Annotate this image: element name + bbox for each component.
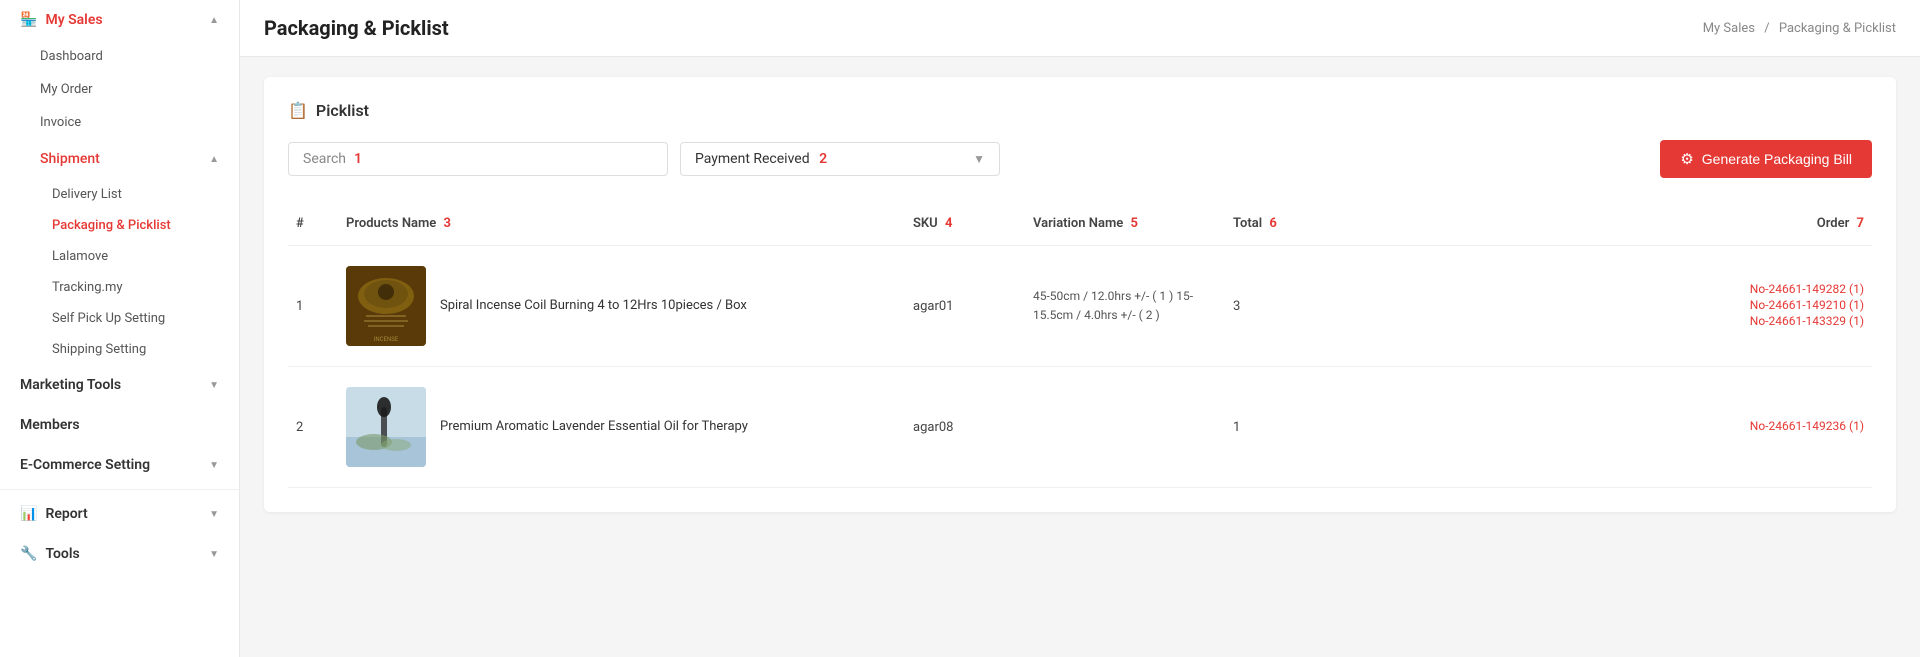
col-num-5: 5 — [1130, 216, 1137, 231]
row-2-sku: agar08 — [905, 416, 1025, 439]
report-icon: 📊 — [20, 506, 37, 522]
col-header-sku: SKU 4 — [905, 212, 1025, 235]
sidebar-item-dashboard[interactable]: Dashboard — [0, 40, 239, 73]
generate-btn-label: Generate Packaging Bill — [1702, 151, 1852, 167]
dropdown-num: 2 — [819, 151, 827, 167]
row-2-product-image — [346, 387, 426, 467]
col-header-products-name: Products Name 3 — [338, 212, 905, 235]
sidebar-item-self-pick-up[interactable]: Self Pick Up Setting — [0, 303, 239, 334]
row-1-variation: 45-50cm / 12.0hrs +/- ( 1 ) 15-15.5cm / … — [1025, 283, 1225, 329]
sidebar-item-ecommerce-setting[interactable]: E-Commerce Setting — [0, 445, 239, 485]
col-num-4: 4 — [945, 216, 952, 231]
main-content: Packaging & Picklist My Sales / Packagin… — [240, 0, 1920, 657]
lavender-image-svg — [346, 387, 426, 467]
toolbar: Search 1 Payment Received 2 ▼ ⚙ Generate… — [288, 140, 1872, 178]
generate-packaging-bill-button[interactable]: ⚙ Generate Packaging Bill — [1660, 140, 1872, 178]
row-1-orders: No-24661-149282 (1) No-24661-149210 (1) … — [1305, 278, 1872, 334]
row-1-product: INCENSE Spiral Incense Coil Burning 4 to… — [338, 262, 905, 350]
sidebar-divider — [0, 489, 239, 490]
tools-chevron — [209, 549, 219, 560]
row-2-total: 1 — [1225, 416, 1305, 439]
col-num-7: 7 — [1857, 216, 1864, 231]
sidebar-item-tracking-my[interactable]: Tracking.my — [0, 272, 239, 303]
svg-text:INCENSE: INCENSE — [374, 336, 399, 343]
search-num: 1 — [354, 151, 362, 167]
col-num-3: 3 — [444, 216, 451, 231]
sidebar-item-lalamove[interactable]: Lalamove — [0, 241, 239, 272]
ecommerce-chevron — [209, 460, 219, 471]
sidebar-item-my-order[interactable]: My Order — [0, 73, 239, 106]
col-header-hash: # — [288, 212, 338, 235]
row-1-order-link-2[interactable]: No-24661-149210 (1) — [1313, 298, 1864, 312]
search-label: Search — [303, 151, 346, 167]
col-header-variation: Variation Name 5 — [1025, 212, 1225, 235]
col-num-6: 6 — [1269, 216, 1276, 231]
table-header: # Products Name 3 SKU 4 Variation Name 5 — [288, 202, 1872, 246]
table-row: 1 INCENSE — [288, 246, 1872, 367]
row-1-product-image: INCENSE — [346, 266, 426, 346]
sidebar-item-shipment[interactable]: Shipment — [0, 139, 239, 179]
col-header-order: Order 7 — [1305, 212, 1872, 235]
picklist-clipboard-icon: 📋 — [288, 101, 308, 120]
search-box: Search 1 — [288, 142, 668, 176]
row-1-order-link-1[interactable]: No-24661-149282 (1) — [1313, 282, 1864, 296]
sidebar-item-shipping-setting[interactable]: Shipping Setting — [0, 334, 239, 365]
col-header-total: Total 6 — [1225, 212, 1305, 235]
sidebar-item-members[interactable]: Members — [0, 405, 239, 445]
top-header: Packaging & Picklist My Sales / Packagin… — [240, 0, 1920, 57]
my-sales-icon: 🏪 — [20, 12, 37, 28]
my-sales-chevron — [209, 15, 219, 26]
tools-icon: 🔧 — [20, 546, 37, 562]
picklist-section-label: Picklist — [316, 101, 369, 120]
row-1-product-name: Spiral Incense Coil Burning 4 to 12Hrs 1… — [440, 297, 747, 315]
row-1-num: 1 — [288, 295, 338, 318]
sidebar-item-report[interactable]: 📊 Report — [0, 494, 239, 534]
sidebar-item-invoice[interactable]: Invoice — [0, 106, 239, 139]
generate-gear-icon: ⚙ — [1680, 150, 1693, 168]
row-1-order-link-3[interactable]: No-24661-143329 (1) — [1313, 314, 1864, 328]
dropdown-arrow-icon: ▼ — [973, 152, 985, 166]
breadcrumb-sep: / — [1764, 21, 1769, 36]
row-1-total: 3 — [1225, 295, 1305, 318]
row-2-order-link-1[interactable]: No-24661-149236 (1) — [1313, 419, 1864, 433]
my-sales-label: My Sales — [45, 12, 102, 28]
report-chevron — [209, 509, 219, 520]
row-1-sku: agar01 — [905, 295, 1025, 318]
sidebar: 🏪 My Sales Dashboard My Order Invoice Sh… — [0, 0, 240, 657]
incense-image-svg: INCENSE — [346, 266, 426, 346]
search-input[interactable] — [370, 151, 653, 167]
row-2-num: 2 — [288, 416, 338, 439]
shipment-chevron — [209, 154, 219, 165]
table-row: 2 — [288, 367, 1872, 488]
picklist-table: # Products Name 3 SKU 4 Variation Name 5 — [288, 202, 1872, 488]
page-title: Packaging & Picklist — [264, 16, 449, 40]
sidebar-my-sales[interactable]: 🏪 My Sales — [0, 0, 239, 40]
sidebar-item-tools[interactable]: 🔧 Tools — [0, 534, 239, 574]
sidebar-item-delivery-list[interactable]: Delivery List — [0, 179, 239, 210]
dropdown-value: Payment Received — [695, 151, 810, 167]
content-area: 📋 Picklist Search 1 Payment Received 2 ▼ — [240, 57, 1920, 532]
sidebar-item-marketing-tools[interactable]: Marketing Tools — [0, 365, 239, 405]
row-2-orders: No-24661-149236 (1) — [1305, 415, 1872, 439]
picklist-card: 📋 Picklist Search 1 Payment Received 2 ▼ — [264, 77, 1896, 512]
row-2-product-name: Premium Aromatic Lavender Essential Oil … — [440, 418, 748, 436]
status-dropdown[interactable]: Payment Received 2 ▼ — [680, 142, 1000, 176]
breadcrumb: My Sales / Packaging & Picklist — [1703, 21, 1896, 36]
row-2-variation — [1025, 423, 1225, 431]
picklist-section-header: 📋 Picklist — [288, 101, 1872, 120]
marketing-tools-chevron — [209, 380, 219, 391]
breadcrumb-home[interactable]: My Sales — [1703, 21, 1755, 36]
breadcrumb-current: Packaging & Picklist — [1779, 21, 1896, 36]
row-2-product: Premium Aromatic Lavender Essential Oil … — [338, 383, 905, 471]
sidebar-item-packaging-picklist[interactable]: Packaging & Picklist — [0, 210, 239, 241]
